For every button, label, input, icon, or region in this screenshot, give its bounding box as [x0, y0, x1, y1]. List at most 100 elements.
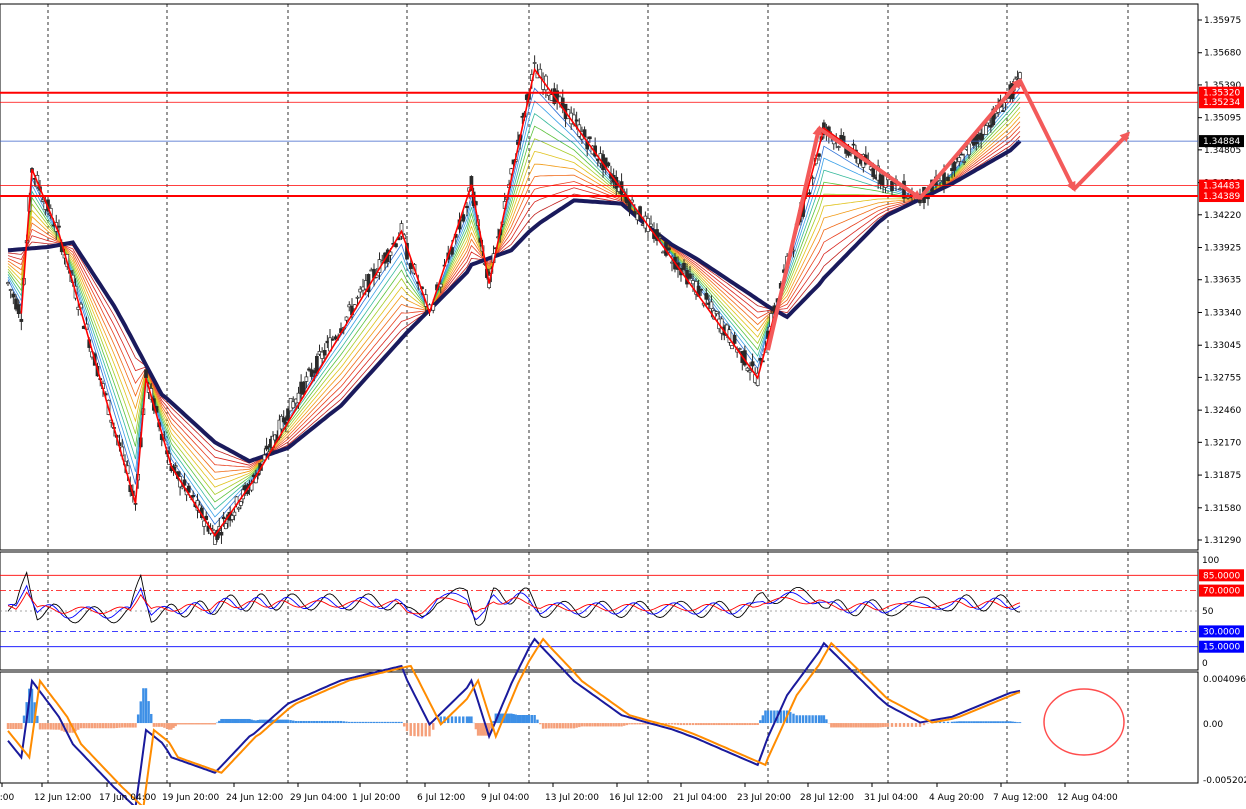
macd-bar [451, 716, 453, 723]
macd-bar [105, 723, 107, 728]
candle-body [265, 446, 268, 449]
macd-tick-label: -0.005202 [1203, 776, 1246, 786]
macd-bar [285, 720, 287, 723]
candle-body [466, 206, 469, 207]
macd-bar [985, 721, 987, 723]
macd-bar [470, 716, 472, 723]
candle-body [203, 521, 206, 526]
macd-bar [808, 715, 810, 723]
macd-bar [389, 722, 391, 723]
macd-bar [695, 723, 697, 725]
macd-bar [118, 723, 120, 728]
macd-bar [113, 723, 115, 728]
candle-body [705, 293, 708, 299]
macd-bar [710, 723, 712, 725]
macd-bar [356, 722, 358, 723]
macd-bar [751, 723, 753, 725]
macd-bar [533, 715, 535, 723]
macd-bar [835, 723, 837, 727]
macd-bar [39, 723, 41, 729]
macd-bar [155, 723, 157, 727]
macd-bar [975, 721, 977, 723]
macd-bar [689, 723, 691, 725]
macd-bar [406, 723, 408, 731]
macd-bar [248, 719, 250, 723]
macd-bar [194, 723, 196, 724]
x-tick-label: 6 Jul 12:00 [417, 793, 466, 803]
macd-bar [605, 723, 607, 726]
x-tick-label: 12 Aug 04:00 [1057, 793, 1118, 803]
macd-bar [250, 720, 252, 723]
macd-tick-label: 0.0040965 [1203, 675, 1246, 685]
macd-bar [907, 723, 909, 727]
macd-bar [172, 723, 174, 728]
macd-bar [310, 721, 312, 723]
macd-bar [963, 721, 965, 723]
macd-bar [340, 721, 342, 723]
macd-bar [700, 723, 702, 725]
trading-chart[interactable]: 1.359751.356801.353901.350951.348051.345… [0, 0, 1246, 805]
macd-bar [891, 723, 893, 727]
candle-body [692, 281, 695, 284]
candle-body [395, 244, 398, 247]
macd-bar [83, 723, 85, 728]
macd-bar [536, 720, 538, 723]
macd-bar [506, 714, 508, 724]
macd-bar [860, 723, 862, 727]
macd-bar [517, 715, 519, 723]
macd-bar [521, 715, 523, 723]
y-tick-label: 1.34220 [1204, 211, 1241, 221]
macd-bar [770, 710, 772, 723]
y-tick-label: 1.31290 [1204, 536, 1241, 546]
macd-bar [376, 722, 378, 723]
macd-bar [91, 723, 93, 728]
macd-bar [789, 712, 791, 723]
macd-bar [207, 723, 209, 724]
osc-level-label: 15.0000 [1203, 643, 1240, 653]
macd-bar [715, 723, 717, 725]
macd-bar [607, 723, 609, 726]
candle-body [233, 512, 236, 516]
candle-body [282, 418, 285, 422]
macd-bar [874, 723, 876, 727]
macd-bar [231, 719, 233, 723]
candle-body [222, 517, 225, 519]
macd-bar [733, 723, 735, 725]
macd-bar [1007, 721, 1009, 723]
macd-bar [381, 722, 383, 723]
macd-bar [559, 723, 561, 728]
macd-bar [329, 721, 331, 723]
macd-bar [547, 723, 549, 728]
candle-body [302, 382, 305, 394]
candle-body [345, 317, 348, 320]
macd-bar [713, 723, 715, 725]
macd-bar [692, 723, 694, 725]
macd-bar [697, 723, 699, 725]
macd-bar [612, 723, 614, 726]
macd-bar [229, 719, 231, 723]
candle-body [943, 173, 946, 185]
macd-bar [326, 721, 328, 723]
y-tick-label: 1.32460 [1204, 406, 1241, 416]
macd-bar [911, 723, 913, 727]
candle-body [989, 125, 992, 127]
candle-body [224, 524, 227, 529]
macd-bar [610, 723, 612, 726]
macd-bar [523, 715, 525, 723]
oscillator-panel [0, 552, 1198, 670]
macd-bar [597, 723, 599, 726]
macd-bar [126, 723, 128, 728]
macd-bar [238, 719, 240, 723]
macd-bar [602, 723, 604, 726]
macd-bar [879, 723, 881, 727]
macd-bar [303, 721, 305, 723]
macd-bar [477, 723, 479, 736]
macd-bar [553, 723, 555, 728]
candle-body [958, 158, 961, 162]
macd-bar [1009, 721, 1011, 723]
macd-bar [862, 723, 864, 727]
macd-bar [36, 716, 38, 723]
x-tick-label: 28 Jul 12:00 [800, 793, 854, 803]
macd-bar [978, 721, 980, 723]
macd-bar [683, 723, 685, 725]
